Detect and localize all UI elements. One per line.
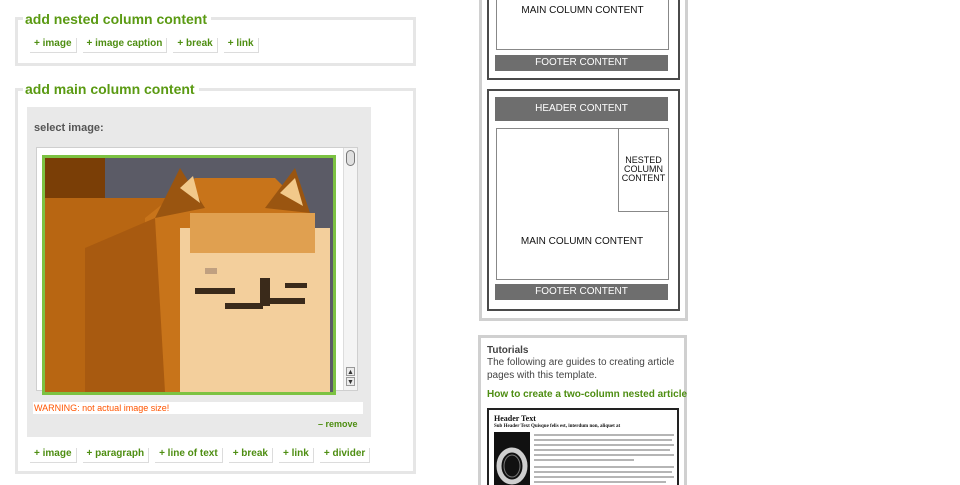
thumbnail-text-line xyxy=(534,476,674,478)
scrollbar-thumb[interactable] xyxy=(346,150,355,166)
tutorial-preview-thumbnail[interactable]: Header Text Sub Header Text Quisque feli… xyxy=(487,408,679,485)
add-break-button[interactable]: + break xyxy=(228,448,273,463)
thumbnail-text-line xyxy=(534,454,674,456)
tutorials-description: The following are guides to creating art… xyxy=(487,357,675,381)
add-link-button[interactable]: + link xyxy=(279,448,314,463)
diagram-nested-column: NESTED COLUMN CONTENT xyxy=(618,128,669,212)
diagram-footer: FOOTER CONTENT xyxy=(495,55,668,71)
image-size-warning: WARNING: not actual image size! xyxy=(33,402,363,414)
add-image-caption-button[interactable]: + image caption xyxy=(82,38,168,53)
thumbnail-text-line xyxy=(534,439,672,441)
add-line-of-text-button[interactable]: + line of text xyxy=(155,448,223,463)
tutorials-title: Tutorials xyxy=(487,345,529,356)
add-image-button[interactable]: + image xyxy=(30,448,77,463)
select-image-label: select image: xyxy=(34,122,104,134)
image-list-scrollbar[interactable]: ▲ ▼ xyxy=(343,148,357,390)
thumbnail-text-line xyxy=(534,444,674,446)
diagram-header: HEADER CONTENT xyxy=(495,97,668,121)
diagram-main-column: MAIN COLUMN CONTENT xyxy=(496,0,669,50)
thumbnail-text-line xyxy=(534,481,666,483)
thumbnail-text-line xyxy=(534,466,674,468)
nested-column-title: add nested column content xyxy=(23,11,212,27)
remove-image-link[interactable]: – remove xyxy=(318,419,358,429)
cat-image xyxy=(45,158,333,392)
nested-column-toolbar: + image + image caption + break + link xyxy=(30,38,265,53)
add-paragraph-button[interactable]: + paragraph xyxy=(82,448,150,463)
thumbnail-text-line xyxy=(534,449,670,451)
scroll-up-arrow-icon[interactable]: ▲ xyxy=(346,367,355,376)
thumbnail-text-line xyxy=(534,459,634,461)
thumbnail-ring-image xyxy=(494,432,530,485)
diagram-main-column-label: MAIN COLUMN CONTENT xyxy=(520,236,644,247)
thumbnail-text-line xyxy=(534,434,674,436)
main-column-toolbar: + image + paragraph + line of text + bre… xyxy=(30,448,376,463)
tutorial-link[interactable]: How to create a two-column nested articl… xyxy=(487,389,687,400)
ring-icon xyxy=(496,447,528,485)
thumbnail-subheader: Sub Header Text Quisque felis est, inter… xyxy=(494,424,621,429)
main-column-title: add main column content xyxy=(23,81,199,97)
scroll-down-arrow-icon[interactable]: ▼ xyxy=(346,377,355,386)
add-break-button[interactable]: + break xyxy=(173,38,218,53)
thumbnail-text-line xyxy=(534,471,672,473)
diagram-footer: FOOTER CONTENT xyxy=(495,284,668,300)
selected-image-thumbnail[interactable] xyxy=(42,155,336,395)
thumbnail-header: Header Text xyxy=(494,414,536,423)
add-link-button[interactable]: + link xyxy=(223,38,259,53)
diagram-main-column-label: MAIN COLUMN CONTENT xyxy=(521,5,644,16)
add-image-button[interactable]: + image xyxy=(30,38,77,53)
add-divider-button[interactable]: + divider xyxy=(319,448,371,463)
